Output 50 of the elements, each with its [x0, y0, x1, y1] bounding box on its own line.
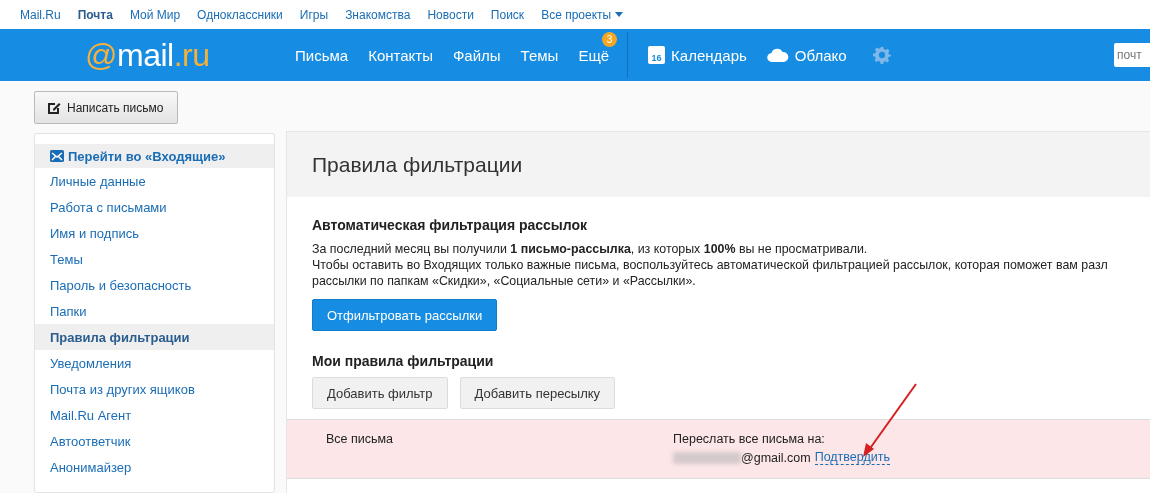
nav-link[interactable]: Письма	[295, 46, 349, 64]
filter-button[interactable]: Отфильтровать рассылки	[312, 299, 498, 331]
envelope-icon	[50, 150, 64, 162]
pencil-icon	[47, 100, 61, 115]
nav-link[interactable]: Облако	[794, 46, 847, 64]
sidebar-item[interactable]: Перейти во «Входящие»	[35, 144, 274, 168]
sidebar-item[interactable]: Имя и подпись	[35, 220, 274, 246]
top-link[interactable]: Mail.Ru	[20, 7, 61, 22]
sidebar-item[interactable]: Работа с письмами	[35, 194, 274, 220]
section-heading: Мои правила фильтрации	[312, 353, 495, 369]
nav-link[interactable]: Ещё	[578, 46, 610, 64]
top-link[interactable]: Все проекты	[541, 7, 624, 22]
top-link[interactable]: Поиск	[490, 7, 525, 22]
nav-link[interactable]: Файлы	[452, 46, 501, 64]
sidebar-item[interactable]: Уведомления	[35, 350, 274, 376]
sidebar-item[interactable]: Почта из других ящиков	[35, 376, 274, 402]
section-heading: Автоматическая фильтрация рассылок	[312, 217, 589, 233]
rule-action: Переслать все письма на:	[673, 432, 826, 446]
rule-condition: Все письма	[326, 432, 395, 448]
cloud-icon	[766, 48, 789, 62]
description-text: За последний месяц вы получили 1 письмо-рассылка, из которых 100% вы не просматривали.	[312, 241, 869, 257]
page-title: Правила фильтрации	[312, 152, 523, 177]
top-link[interactable]: Знакомства	[345, 7, 411, 22]
sidebar-item[interactable]: Пароль и безопасность	[35, 272, 274, 298]
sidebar-item[interactable]: Правила фильтрации	[35, 324, 274, 350]
nav-link[interactable]: Календарь	[671, 46, 747, 64]
top-link[interactable]: Новости	[427, 7, 474, 22]
add-button[interactable]: Добавить пересылку	[459, 377, 616, 409]
sidebar-item[interactable]: Папки	[35, 298, 274, 324]
search-field[interactable]: почт	[1114, 43, 1150, 67]
top-link[interactable]: Игры	[299, 7, 329, 22]
nav-link[interactable]: Темы	[520, 46, 559, 64]
email-address: @gmail.com	[741, 450, 811, 465]
top-link[interactable]: Почта	[77, 7, 113, 22]
count-badge: 3	[602, 31, 618, 47]
logo[interactable]: @mail.ru	[85, 36, 265, 74]
sidebar-item[interactable]: Темы	[35, 246, 274, 272]
description-text: рассылки по папкам «Скидки», «Социальные сети» и «Рассылки».	[312, 273, 697, 289]
sidebar-item[interactable]: Личные данные	[35, 168, 274, 194]
sidebar-item[interactable]: Mail.Ru Агент	[35, 402, 274, 428]
add-button[interactable]: Добавить фильтр	[312, 377, 448, 409]
settings-icon[interactable]	[872, 46, 891, 64]
sidebar-item[interactable]: Анонимайзер	[35, 454, 274, 480]
calendar-icon: 16	[648, 46, 666, 64]
sidebar-item[interactable]: Автоответчик	[35, 428, 274, 454]
nav-link[interactable]: Контакты	[368, 46, 433, 64]
compose-button[interactable]: Написать письмо	[34, 91, 178, 124]
top-link[interactable]: Одноклассники	[197, 7, 283, 22]
description-text: Чтобы оставить во Входящих только важные письма, воспользуйтесь автоматической фильтрацией рассылок, которая поможет вам разл	[312, 257, 1109, 273]
top-link[interactable]: Мой Мир	[129, 7, 181, 22]
